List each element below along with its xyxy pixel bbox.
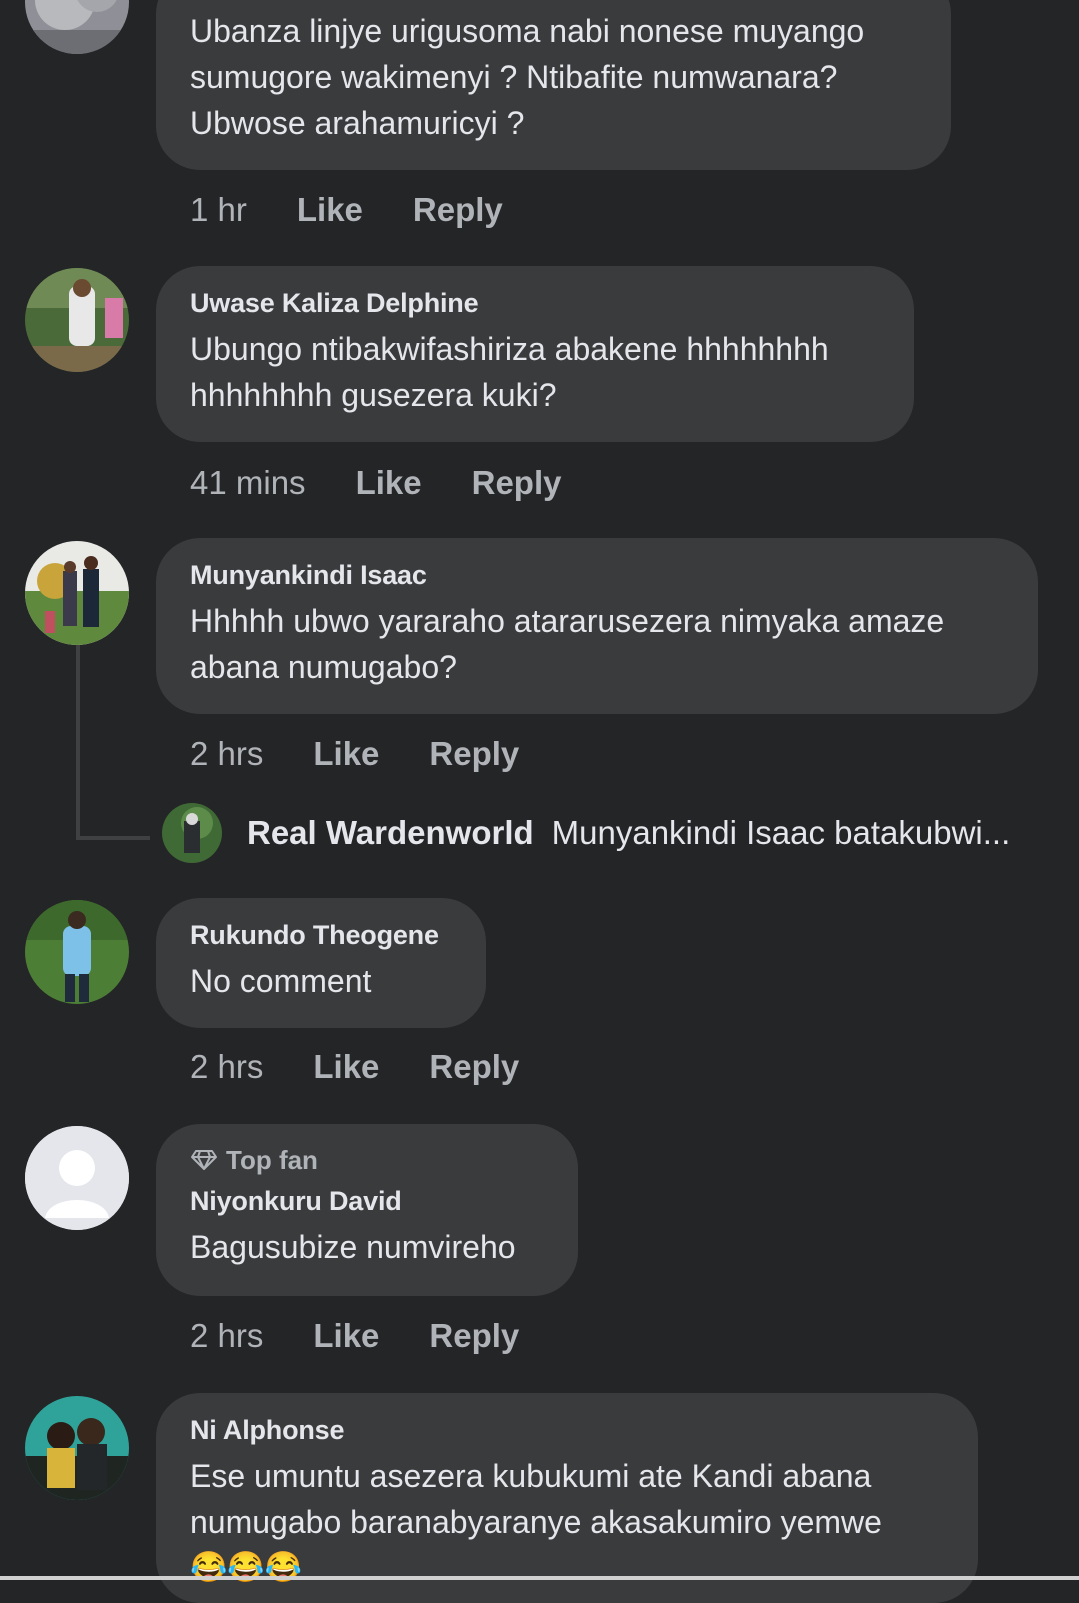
comment-actions: 41 mins Like Reply	[190, 463, 561, 503]
commenter-avatar[interactable]	[25, 900, 129, 1004]
reply-preview[interactable]: Real Wardenworld Munyankindi Isaac batak…	[162, 802, 1010, 864]
comment-time: 2 hrs	[190, 1317, 264, 1354]
reply-button[interactable]: Reply	[413, 190, 503, 230]
commenter-avatar[interactable]	[25, 1396, 129, 1500]
comment-bubble[interactable]: Munyankindi Isaac Hhhhh ubwo yararaho at…	[156, 538, 1038, 714]
like-button[interactable]: Like	[356, 463, 422, 503]
comment-bubble[interactable]: Ubanza linjye urigusoma nabi nonese muya…	[156, 0, 951, 170]
like-button[interactable]: Like	[313, 1047, 379, 1087]
reply-author[interactable]: Real Wardenworld	[247, 814, 534, 852]
reply-avatar	[162, 803, 222, 863]
comment-actions: 2 hrs Like Reply	[190, 1316, 519, 1356]
reply-button[interactable]: Reply	[429, 734, 519, 774]
comment-bubble[interactable]: Ni Alphonse Ese umuntu asezera kubukumi …	[156, 1393, 978, 1603]
comment-text: Hhhhh ubwo yararaho atararusezera nimyak…	[190, 603, 945, 685]
avatar-photo	[25, 900, 129, 1004]
comment-text: Ubanza linjye urigusoma nabi nonese muya…	[190, 13, 865, 141]
avatar-photo	[25, 268, 129, 372]
comment-text: Ubungo ntibakwifashiriza abakene hhhhhhh…	[190, 331, 829, 413]
default-profile-icon	[25, 1126, 129, 1230]
comment-text: No comment	[190, 963, 372, 999]
comment-author[interactable]: Rukundo Theogene	[190, 918, 452, 952]
comment-emoji: 😂😂😂	[190, 1551, 303, 1584]
avatar-photo	[25, 0, 129, 54]
comment-time: 2 hrs	[190, 1048, 264, 1085]
comment-time: 2 hrs	[190, 735, 264, 772]
comment-time: 41 mins	[190, 464, 306, 501]
reply-button[interactable]: Reply	[429, 1047, 519, 1087]
comment-author[interactable]: Munyankindi Isaac	[190, 558, 1004, 592]
avatar-photo	[25, 1396, 129, 1500]
comment-text: Ese umuntu asezera kubukumi ate Kandi ab…	[190, 1458, 882, 1540]
avatar-photo	[162, 803, 222, 863]
like-button[interactable]: Like	[313, 1316, 379, 1356]
reply-snippet: Munyankindi Isaac batakubwi...	[551, 814, 1011, 851]
default-profile-icon[interactable]	[25, 1126, 129, 1230]
comment-actions: 2 hrs Like Reply	[190, 1047, 519, 1087]
comment-actions: 1 hr Like Reply	[190, 190, 503, 230]
avatar-photo	[25, 541, 129, 645]
comment-bubble[interactable]: Rukundo Theogene No comment	[156, 898, 486, 1028]
commenter-avatar[interactable]	[25, 268, 129, 372]
thread-line	[76, 645, 80, 840]
comment-bubble[interactable]: Uwase Kaliza Delphine Ubungo ntibakwifas…	[156, 266, 914, 442]
commenter-avatar[interactable]	[25, 0, 129, 54]
diamond-icon	[191, 1150, 217, 1170]
top-fan-label: Top fan	[226, 1145, 318, 1175]
comment-author[interactable]: Ni Alphonse	[190, 1413, 944, 1447]
comment-actions: 2 hrs Like Reply	[190, 734, 519, 774]
reply-button[interactable]: Reply	[429, 1316, 519, 1356]
top-fan-badge: Top fan	[190, 1144, 544, 1176]
comment-time: 1 hr	[190, 191, 247, 228]
reply-button[interactable]: Reply	[472, 463, 562, 503]
comment-text: Bagusubize numvireho	[190, 1229, 516, 1265]
comment-bubble[interactable]: Top fan Niyonkuru David Bagusubize numvi…	[156, 1124, 578, 1296]
commenter-avatar[interactable]	[25, 541, 129, 645]
like-button[interactable]: Like	[297, 190, 363, 230]
thread-branch	[76, 836, 150, 840]
comment-author[interactable]: Niyonkuru David	[190, 1184, 544, 1218]
bottom-divider	[0, 1576, 1079, 1580]
comment-author[interactable]: Uwase Kaliza Delphine	[190, 286, 880, 320]
like-button[interactable]: Like	[313, 734, 379, 774]
